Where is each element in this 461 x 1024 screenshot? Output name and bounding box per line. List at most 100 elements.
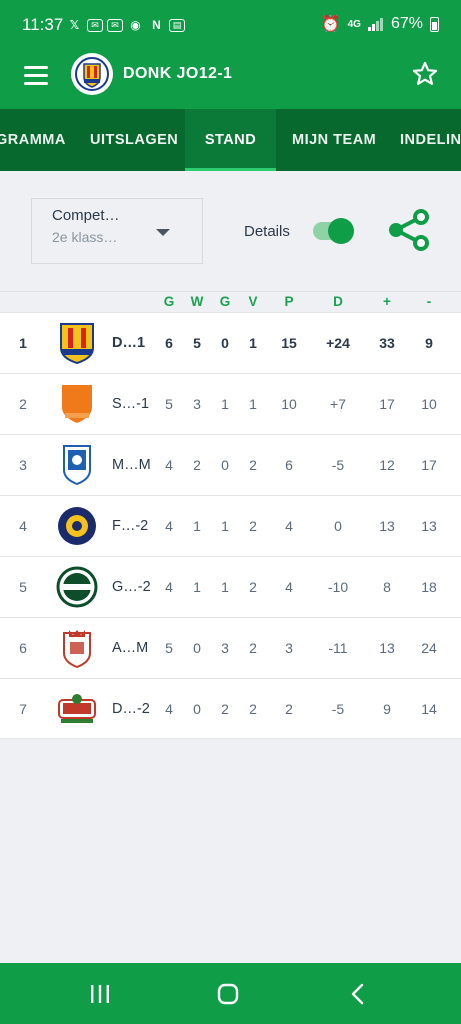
position: 3 (19, 457, 27, 473)
standings-controls: Compet… 2e klass… Details (0, 171, 461, 291)
lost: 2 (249, 640, 257, 656)
home-icon[interactable] (215, 981, 241, 1007)
team-logo (56, 566, 98, 608)
draw: 0 (221, 335, 229, 351)
table-row[interactable]: 3 M…M 4 2 0 2 6 -5 12 17 (0, 434, 461, 495)
team-name: G…-2 (112, 579, 151, 595)
goals-against: 9 (425, 335, 433, 351)
goals-against: 17 (421, 457, 437, 473)
tab-indeling[interactable]: INDELING (400, 109, 461, 171)
team-logo (62, 385, 92, 423)
points: 4 (285, 579, 293, 595)
team-logo (58, 694, 96, 723)
status-bar: 11:37 𝕏 ✉ ✉ ◉ N ▤ ⏰ 4G 67% (0, 0, 461, 52)
goals-for: 12 (379, 457, 395, 473)
competition-select[interactable]: Compet… 2e klass… (31, 198, 203, 264)
draw: 1 (221, 396, 229, 412)
won: 1 (193, 518, 201, 534)
points: 2 (285, 701, 293, 717)
details-toggle[interactable] (313, 218, 355, 244)
team-logo (63, 630, 91, 669)
goal-difference: +7 (330, 396, 346, 412)
goals-for: 13 (379, 640, 395, 656)
position: 4 (19, 518, 27, 534)
battery-percent: 67% (390, 15, 423, 32)
favorite-star-icon[interactable] (411, 60, 439, 88)
header-difference: D (333, 294, 343, 309)
recent-apps-icon[interactable] (87, 981, 113, 1007)
team-name: A…M (112, 640, 149, 656)
played: 4 (165, 457, 173, 473)
standings-table: G W G V P D + - 1 D…1 6 5 0 1 15 +24 33 … (0, 291, 461, 739)
team-name: M…M (112, 457, 151, 473)
table-row[interactable]: 2 S…-1 5 3 1 1 10 +7 17 10 (0, 373, 461, 434)
system-indicators: ⏰ 4G 67% (321, 14, 439, 34)
header-points: P (284, 294, 294, 309)
won: 2 (193, 457, 201, 473)
position: 6 (19, 640, 27, 656)
position: 5 (19, 579, 27, 595)
club-logo (71, 53, 113, 95)
tab-uitslagen[interactable]: UITSLAGEN (90, 109, 178, 171)
lost: 2 (249, 457, 257, 473)
dropdown-arrow-icon (156, 229, 170, 236)
lost: 2 (249, 518, 257, 534)
lost: 1 (249, 396, 257, 412)
lost: 2 (249, 701, 257, 717)
points: 15 (281, 335, 297, 351)
tab-mijn-team[interactable]: MIJN TEAM (292, 109, 376, 171)
played: 5 (165, 396, 173, 412)
won: 1 (193, 579, 201, 595)
won: 3 (193, 396, 201, 412)
won: 5 (193, 335, 201, 351)
points: 10 (281, 396, 297, 412)
competition-title: Compet… (52, 207, 120, 224)
table-row[interactable]: 4 F…-2 4 1 1 2 4 0 13 13 (0, 495, 461, 556)
draw: 1 (221, 579, 229, 595)
draw: 2 (221, 701, 229, 717)
menu-icon[interactable] (24, 66, 48, 86)
app-bar: DONK JO12-1 (0, 52, 461, 109)
n-app-icon: N (152, 18, 161, 32)
tab-stand[interactable]: STAND (185, 109, 276, 171)
goal-difference: -5 (331, 457, 345, 473)
position: 7 (19, 701, 27, 717)
team-name: D…-2 (112, 701, 150, 717)
header-goals-for: + (383, 294, 391, 309)
position: 1 (19, 335, 27, 351)
played: 4 (165, 701, 173, 717)
won: 0 (193, 701, 201, 717)
team-logo (60, 323, 94, 364)
lost: 2 (249, 579, 257, 595)
table-row[interactable]: 7 D…-2 4 0 2 2 2 -5 9 14 (0, 678, 461, 739)
draw: 0 (221, 457, 229, 473)
lost: 1 (249, 335, 257, 351)
goal-difference: -11 (328, 640, 348, 656)
header-draw: G (219, 294, 231, 309)
table-row[interactable]: 5 G…-2 4 1 1 2 4 -10 8 18 (0, 556, 461, 617)
tab-programma[interactable]: GRAMMA (0, 109, 66, 171)
tab-bar: GRAMMA UITSLAGEN STAND MIJN TEAM INDELIN… (0, 109, 461, 171)
header-played: G (163, 294, 175, 309)
goal-difference: -5 (331, 701, 345, 717)
system-navigation-bar (0, 963, 461, 1024)
table-row[interactable]: 6 A…M 5 0 3 2 3 -11 13 24 (0, 617, 461, 678)
back-icon[interactable] (345, 981, 371, 1007)
app-notification-icon: ◉ (130, 18, 141, 32)
position: 2 (19, 396, 27, 412)
header-won: W (190, 294, 204, 309)
competition-subtitle: 2e klass… (52, 229, 118, 245)
goals-for: 33 (379, 335, 395, 351)
points: 4 (285, 518, 293, 534)
goals-against: 14 (421, 701, 437, 717)
header-lost: V (248, 294, 258, 309)
mail-icon: ✉ (87, 18, 103, 32)
draw: 1 (221, 518, 229, 534)
points: 6 (285, 457, 293, 473)
goals-for: 8 (383, 579, 391, 595)
table-header: G W G V P D + - (0, 291, 461, 312)
share-icon[interactable] (386, 207, 432, 253)
team-name: D…1 (112, 335, 146, 351)
table-row[interactable]: 1 D…1 6 5 0 1 15 +24 33 9 (0, 312, 461, 373)
played: 4 (165, 579, 173, 595)
